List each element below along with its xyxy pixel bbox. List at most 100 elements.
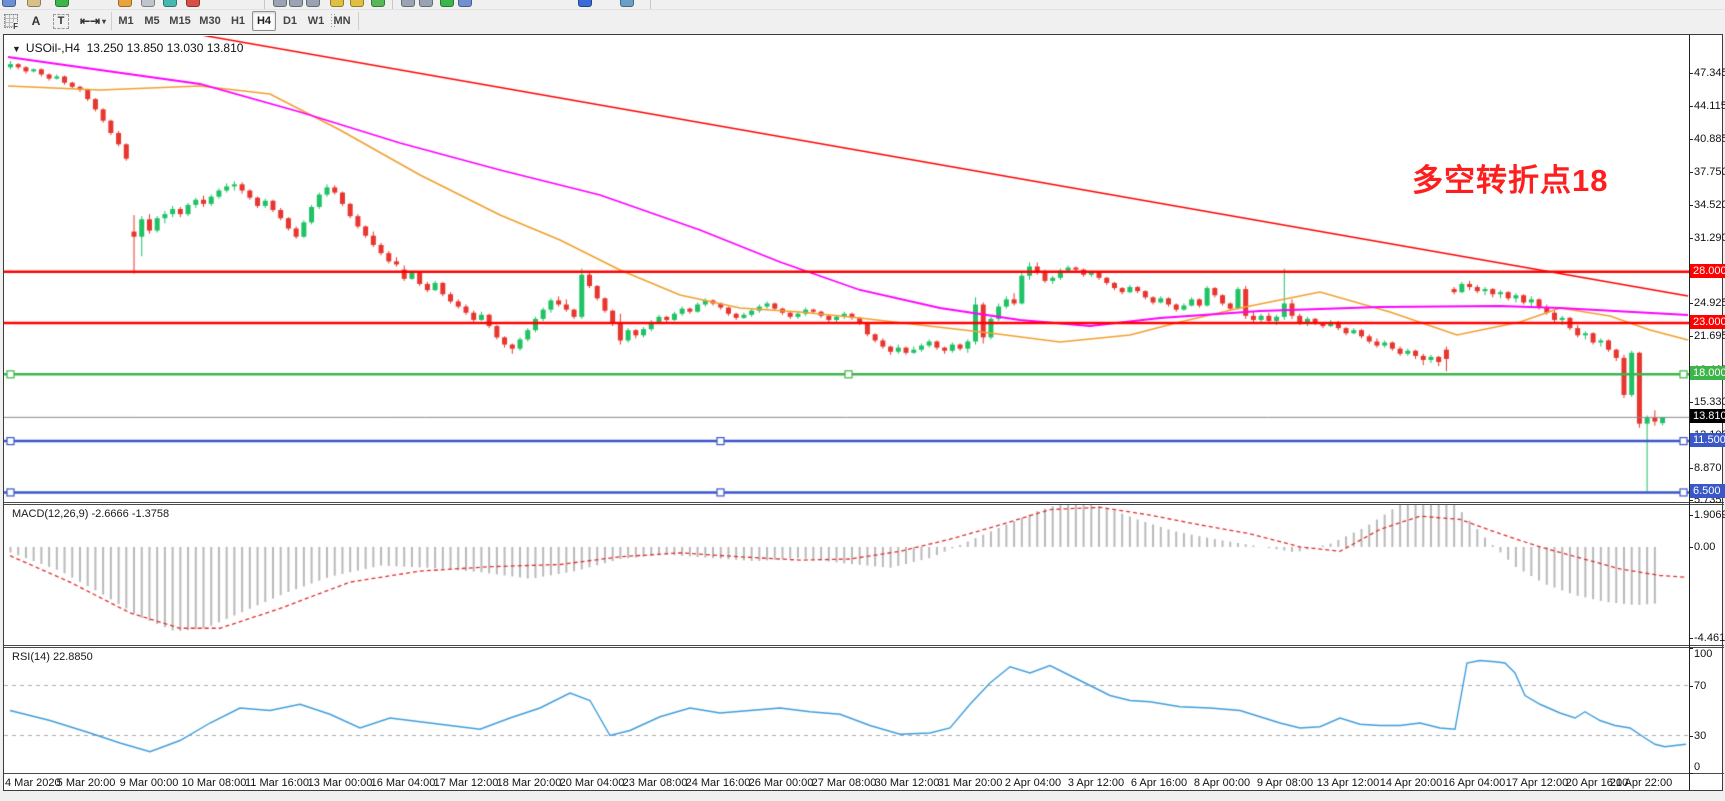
axis-tick — [1689, 172, 1693, 173]
price-axis-label: 24.925 — [1694, 297, 1725, 309]
panel-separator — [4, 504, 1724, 505]
macd-axis-label: 1.9069 — [1694, 509, 1725, 521]
axis-tick — [1689, 205, 1693, 206]
panel-separator[interactable] — [4, 645, 1724, 646]
time-axis-label: 6 Apr 16:00 — [1131, 777, 1187, 789]
time-axis-label: 26 Mar 00:00 — [749, 777, 814, 789]
timeframe-button-m5[interactable]: M5 — [140, 11, 164, 31]
price-axis-label: 34.520 — [1694, 199, 1725, 211]
order-icon[interactable] — [118, 0, 132, 7]
time-axis-label: 9 Mar 00:00 — [120, 777, 179, 789]
timeframe-button-m30[interactable]: M30 — [196, 11, 224, 31]
time-axis-label: 2 Apr 04:00 — [1005, 777, 1061, 789]
symbol-period-label: USOil-,H4 — [26, 41, 80, 55]
price-level-badge: 28.000 — [1690, 264, 1725, 278]
plus-icon[interactable] — [440, 0, 454, 7]
time-axis-label: 17 Mar 12:00 — [434, 777, 499, 789]
hfit-icon[interactable] — [273, 0, 287, 7]
time-axis-label: 11 Mar 16:00 — [245, 777, 309, 789]
timeframe-button-mn[interactable]: MN — [330, 11, 354, 31]
cursor-arrows-icon: ⇤⇥ — [80, 14, 100, 28]
harrow-icon[interactable] — [401, 0, 415, 7]
timeframe-button-h1[interactable]: H1 — [226, 11, 250, 31]
panel-separator — [4, 773, 1724, 774]
axis-tick — [1689, 638, 1693, 639]
time-axis-label: 10 Mar 08:00 — [182, 777, 247, 789]
cursor-tool-button[interactable]: ⇤⇥ ▾ — [78, 11, 108, 31]
time-axis-label: 20 Mar 04:00 — [560, 777, 625, 789]
timeframe-button-d1[interactable]: D1 — [278, 11, 302, 31]
chart-annotation-text[interactable]: 多空转折点18 — [1412, 155, 1608, 200]
zoom-icon[interactable] — [27, 0, 41, 7]
chart-title: ▼USOil-,H4 13.250 13.850 13.030 13.810 — [12, 41, 243, 55]
time-axis-label: 21 Apr 22:00 — [1610, 777, 1672, 789]
pencil-icon[interactable] — [350, 0, 364, 7]
time-axis-label: 14 Apr 20:00 — [1380, 777, 1442, 789]
toolbar-separator — [650, 0, 651, 10]
symbol-dropdown-icon[interactable]: ▼ — [12, 44, 21, 54]
grid-snap-button[interactable]: F — [2, 11, 20, 31]
pencil-icon[interactable] — [330, 0, 344, 7]
axis-tick — [1689, 303, 1693, 304]
panel-separator[interactable] — [4, 502, 1724, 503]
price-axis-label: 44.115 — [1694, 100, 1725, 112]
timeframe-button-m15[interactable]: M15 — [166, 11, 194, 31]
rsi-axis-label: 30 — [1694, 730, 1706, 742]
hfit-icon[interactable] — [306, 0, 320, 7]
window-icon[interactable] — [2, 0, 16, 7]
price-axis-label: 47.345 — [1694, 67, 1725, 79]
axis-tick — [1689, 106, 1693, 107]
button-icon[interactable] — [141, 0, 155, 7]
axis-tick — [1689, 402, 1693, 403]
price-level-badge: 11.500 — [1690, 433, 1725, 447]
globe-icon[interactable] — [163, 0, 177, 7]
rsi-axis-label: 0 — [1694, 761, 1700, 773]
price-chart-canvas[interactable] — [4, 36, 1689, 503]
time-axis-label: 4 Mar 2020 — [5, 777, 61, 789]
price-level-badge: 23.000 — [1690, 315, 1725, 329]
axis-tick — [1689, 139, 1693, 140]
toolbar-top — [0, 0, 1725, 10]
axis-tick — [1689, 547, 1693, 548]
stop-icon[interactable] — [186, 0, 200, 7]
toolbar-separator — [264, 0, 265, 10]
rsi-chart-canvas[interactable] — [4, 648, 1689, 773]
axis-tick — [1689, 468, 1693, 469]
panel-separator — [4, 647, 1724, 648]
time-axis-label: 27 Mar 08:00 — [812, 777, 877, 789]
axis-tick — [1689, 515, 1693, 516]
time-axis-label: 5 Mar 20:00 — [57, 777, 116, 789]
macd-axis-label: 0.00 — [1694, 541, 1715, 553]
axis-tick — [1689, 773, 1693, 774]
label-tool-button[interactable]: T — [52, 11, 70, 31]
grid-icon: F — [4, 14, 18, 28]
axis-tick — [1689, 686, 1693, 687]
axis-tick — [1689, 238, 1693, 239]
price-axis-label: 31.290 — [1694, 232, 1725, 244]
time-axis-label: 16 Mar 04:00 — [371, 777, 436, 789]
rsi-axis-label: 70 — [1694, 680, 1706, 692]
time-axis-label: 3 Apr 12:00 — [1068, 777, 1124, 789]
timeframe-button-m1[interactable]: M1 — [114, 11, 138, 31]
toolbar-separator — [111, 12, 112, 30]
rsi-axis-label: 100 — [1694, 648, 1712, 660]
time-axis-label: 24 Mar 16:00 — [686, 777, 751, 789]
price-level-badge: 18.000 — [1690, 366, 1725, 380]
price-axis-label: 37.750 — [1694, 166, 1725, 178]
price-axis-label: 21.695 — [1694, 330, 1725, 342]
torus-icon[interactable] — [578, 0, 592, 7]
add-chart-icon[interactable] — [55, 0, 69, 7]
timeframe-button-w1[interactable]: W1 — [304, 11, 328, 31]
table-icon[interactable] — [371, 0, 385, 7]
hfit-icon[interactable] — [289, 0, 303, 7]
text-tool-button[interactable]: A — [28, 11, 44, 31]
chart-icon[interactable] — [458, 0, 472, 7]
timeframe-button-h4[interactable]: H4 — [252, 11, 276, 31]
harrow-icon[interactable] — [419, 0, 433, 7]
grid-table-icon[interactable] — [620, 0, 634, 7]
mt4-window: F A T ⇤⇥ ▾ M1M5M15M30H1H4D1W1MN ▼ USOil-,… — [0, 0, 1725, 801]
macd-chart-canvas[interactable] — [4, 505, 1689, 645]
price-level-badge: 13.810 — [1690, 409, 1725, 423]
toolbar-timeframes: F A T ⇤⇥ ▾ M1M5M15M30H1H4D1W1MN — [0, 10, 1725, 33]
time-axis-label: 13 Apr 12:00 — [1317, 777, 1379, 789]
